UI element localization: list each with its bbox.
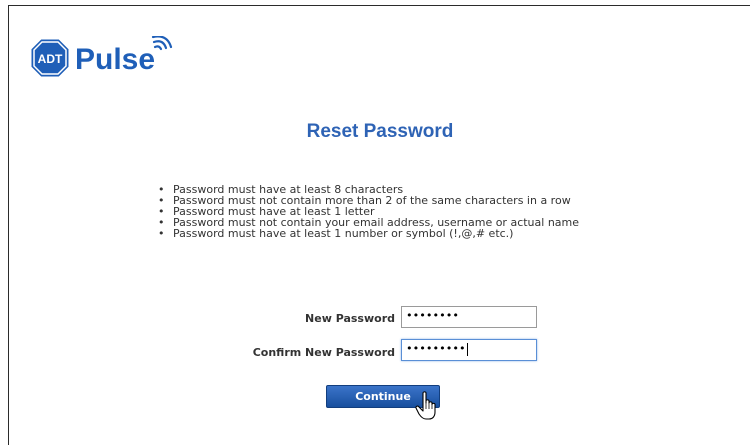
new-password-field[interactable]: •••••••• xyxy=(401,306,537,328)
confirm-password-label: Confirm New Password xyxy=(252,346,395,359)
text-caret xyxy=(466,342,468,356)
svg-text:ADT: ADT xyxy=(38,52,63,66)
adt-pulse-logo: ADT Pulse xyxy=(29,36,269,80)
adt-badge-icon: ADT xyxy=(30,38,70,78)
page-title: Reset Password xyxy=(306,121,454,142)
rule-item: Password must have at least 1 number or … xyxy=(155,228,655,239)
password-rules-list: Password must have at least 8 characters… xyxy=(155,184,655,239)
confirm-password-field[interactable]: ••••••••• xyxy=(401,339,537,361)
wireless-signal-icon xyxy=(151,36,173,51)
new-password-value: •••••••• xyxy=(406,309,459,322)
reset-password-panel: ADT Pulse Reset Password Password must h… xyxy=(8,5,750,445)
new-password-label: New Password xyxy=(305,312,395,325)
svg-text:Pulse: Pulse xyxy=(75,43,155,76)
confirm-password-value: ••••••••• xyxy=(406,342,466,355)
hand-pointer-icon xyxy=(415,391,436,420)
